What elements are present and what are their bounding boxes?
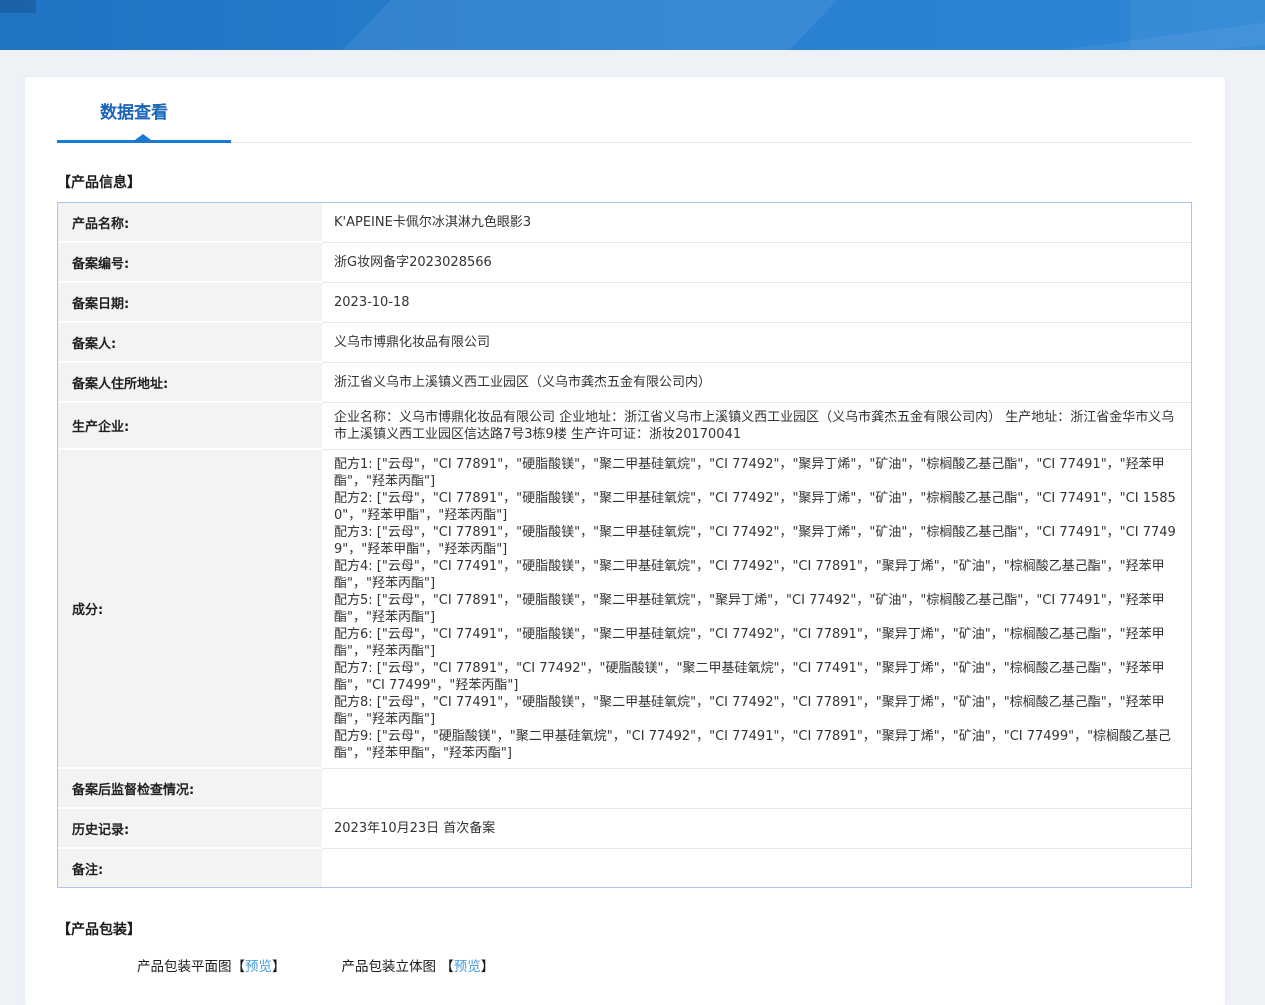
row-value: [322, 769, 1191, 809]
table-row: 历史记录:2023年10月23日 首次备案: [58, 809, 1191, 849]
tab-active-underline: [57, 140, 231, 143]
ingredient-line: 配方8: ["云母"，"CI 77491"，"硬脂酸镁"，"聚二甲基硅氧烷"，"…: [334, 694, 1179, 728]
tab-arrow-icon: [135, 134, 151, 140]
row-label: 历史记录:: [58, 809, 322, 849]
row-value: [322, 849, 1191, 887]
table-row: 备案人:义乌市博鼎化妆品有限公司: [58, 323, 1191, 363]
row-value: 2023年10月23日 首次备案: [322, 809, 1191, 849]
preview-link[interactable]: 预览: [454, 959, 481, 975]
preview-link[interactable]: 预览: [245, 959, 272, 975]
row-value: 浙G妆网备字2023028566: [322, 243, 1191, 283]
ingredient-line: 配方3: ["云母"，"CI 77891"，"硬脂酸镁"，"聚二甲基硅氧烷"，"…: [334, 524, 1179, 558]
ingredient-line: 配方6: ["云母"，"CI 77491"，"硬脂酸镁"，"聚二甲基硅氧烷"，"…: [334, 626, 1179, 660]
ingredient-line: 配方1: ["云母"，"CI 77891"，"硬脂酸镁"，"聚二甲基硅氧烷"，"…: [334, 456, 1179, 490]
row-value: 企业名称：义乌市博鼎化妆品有限公司 企业地址：浙江省义乌市上溪镇义西工业园区（义…: [322, 403, 1191, 450]
tab-underline: [57, 140, 1192, 143]
banner-decorative-shape: [1130, 0, 1265, 50]
ingredient-line: 配方4: ["云母"，"CI 77491"，"硬脂酸镁"，"聚二甲基硅氧烷"，"…: [334, 558, 1179, 592]
row-label: 产品名称:: [58, 203, 322, 243]
top-banner: [0, 0, 1265, 50]
row-label: 备案日期:: [58, 283, 322, 323]
product-info-table: 产品名称:K'APEINE卡佩尔冰淇淋九色眼影3备案编号:浙G妆网备字20230…: [57, 202, 1192, 888]
packaging-item: 产品包装平面图【预览】: [137, 955, 286, 975]
packaging-item-label: 产品包装平面图: [137, 959, 232, 975]
packaging-links: 产品包装平面图【预览】产品包装立体图 【预览】: [137, 955, 1192, 975]
bracket-close: 】: [272, 959, 286, 975]
banner-corner-shape: [0, 0, 36, 13]
row-label: 备案后监督检查情况:: [58, 769, 322, 809]
table-row: 备案后监督检查情况:: [58, 769, 1191, 809]
ingredient-line: 配方2: ["云母"，"CI 77891"，"硬脂酸镁"，"聚二甲基硅氧烷"，"…: [334, 490, 1179, 524]
row-label: 备案人住所地址:: [58, 363, 322, 403]
content-card: 数据查看 【产品信息】 产品名称:K'APEINE卡佩尔冰淇淋九色眼影3备案编号…: [25, 77, 1225, 1005]
table-row: 备注:: [58, 849, 1191, 887]
tab-data-view[interactable]: 数据查看: [100, 103, 168, 123]
row-value: 浙江省义乌市上溪镇义西工业园区（义乌市龚杰五金有限公司内）: [322, 363, 1191, 403]
ingredient-line: 配方9: ["云母"，"硬脂酸镁"，"聚二甲基硅氧烷"，"CI 77492"，"…: [334, 728, 1179, 762]
row-label: 备注:: [58, 849, 322, 887]
table-row: 产品名称:K'APEINE卡佩尔冰淇淋九色眼影3: [58, 203, 1191, 243]
row-value: 2023-10-18: [322, 283, 1191, 323]
packaging-item: 产品包装立体图 【预览】: [342, 955, 495, 975]
ingredient-line: 配方7: ["云母"，"CI 77891"，"CI 77492"，"硬脂酸镁"，…: [334, 660, 1179, 694]
packaging-item-label: 产品包装立体图: [342, 959, 441, 975]
table-row: 备案编号:浙G妆网备字2023028566: [58, 243, 1191, 283]
bracket-close: 】: [481, 959, 495, 975]
row-label: 成分:: [58, 450, 322, 769]
row-value: 义乌市博鼎化妆品有限公司: [322, 323, 1191, 363]
row-value: 配方1: ["云母"，"CI 77891"，"硬脂酸镁"，"聚二甲基硅氧烷"，"…: [322, 450, 1191, 769]
table-row: 备案日期:2023-10-18: [58, 283, 1191, 323]
row-label: 备案编号:: [58, 243, 322, 283]
packaging-heading: 【产品包装】: [57, 919, 1192, 939]
product-info-table-body: 产品名称:K'APEINE卡佩尔冰淇淋九色眼影3备案编号:浙G妆网备字20230…: [58, 203, 1191, 887]
table-row: 成分: 配方1: ["云母"，"CI 77891"，"硬脂酸镁"，"聚二甲基硅氧烷…: [58, 450, 1191, 769]
bracket-open: 【: [232, 959, 246, 975]
ingredient-line: 配方5: ["云母"，"CI 77891"，"硬脂酸镁"，"聚二甲基硅氧烷"，"…: [334, 592, 1179, 626]
bracket-open: 【: [440, 959, 454, 975]
table-row: 生产企业:企业名称：义乌市博鼎化妆品有限公司 企业地址：浙江省义乌市上溪镇义西工…: [58, 403, 1191, 450]
table-row: 备案人住所地址:浙江省义乌市上溪镇义西工业园区（义乌市龚杰五金有限公司内）: [58, 363, 1191, 403]
product-info-heading: 【产品信息】: [57, 172, 1192, 192]
row-label: 生产企业:: [58, 403, 322, 450]
row-label: 备案人:: [58, 323, 322, 363]
banner-decorative-shape: [340, 0, 840, 50]
row-value: K'APEINE卡佩尔冰淇淋九色眼影3: [322, 203, 1191, 243]
